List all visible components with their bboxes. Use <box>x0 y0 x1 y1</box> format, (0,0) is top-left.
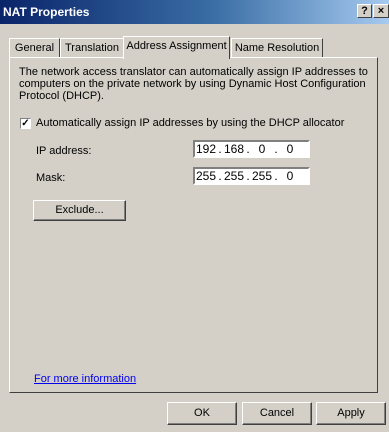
ip-octet-2[interactable]: 168 <box>223 142 245 156</box>
ok-button[interactable]: OK <box>167 402 237 425</box>
tab-panel <box>9 57 378 393</box>
mask-label: Mask: <box>36 172 66 184</box>
tab-address-assignment[interactable]: Address Assignment <box>123 36 230 59</box>
more-info-link[interactable]: For more information <box>34 373 136 385</box>
ip-octet-3[interactable]: 0 <box>251 142 273 156</box>
window-title: NAT Properties <box>3 5 90 19</box>
dhcp-checkbox[interactable]: ✓ <box>20 118 31 129</box>
description-text: The network access translator can automa… <box>19 66 368 102</box>
exclude-button[interactable]: Exclude... <box>33 200 126 221</box>
mask-octet-1[interactable]: 255 <box>195 169 217 183</box>
apply-button[interactable]: Apply <box>316 402 386 425</box>
ip-octet-4[interactable]: 0 <box>279 142 301 156</box>
help-button[interactable]: ? <box>357 4 372 18</box>
ip-octet-1[interactable]: 192 <box>195 142 217 156</box>
ip-address-field[interactable]: 192. 168. 0. 0 <box>193 140 310 158</box>
close-button[interactable]: × <box>373 4 389 18</box>
dhcp-checkbox-label[interactable]: Automatically assign IP addresses by usi… <box>36 117 344 129</box>
ip-address-label: IP address: <box>36 145 92 157</box>
mask-octet-4[interactable]: 0 <box>279 169 301 183</box>
tab-general[interactable]: General <box>9 38 60 58</box>
check-mark-icon: ✓ <box>21 118 30 129</box>
mask-octet-3[interactable]: 255 <box>251 169 273 183</box>
tab-translation[interactable]: Translation <box>60 38 124 58</box>
title-bar: NAT Properties ? × <box>0 0 389 24</box>
tab-name-resolution[interactable]: Name Resolution <box>231 38 323 58</box>
mask-field[interactable]: 255. 255. 255. 0 <box>193 167 310 185</box>
mask-octet-2[interactable]: 255 <box>223 169 245 183</box>
cancel-button[interactable]: Cancel <box>242 402 312 425</box>
